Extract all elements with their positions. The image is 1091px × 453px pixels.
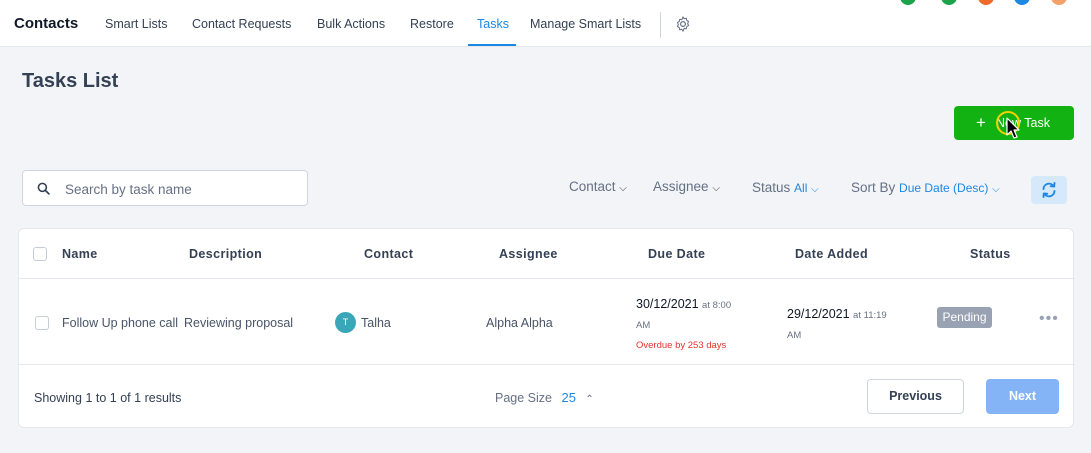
contact-avatar: T (335, 312, 356, 333)
next-button[interactable]: Next (986, 379, 1059, 414)
sort-by-label: Sort By (851, 180, 896, 195)
chevron-down-icon: ⌵ (619, 183, 627, 194)
column-header-contact[interactable]: Contact (364, 247, 413, 261)
column-header-name[interactable]: Name (62, 247, 98, 261)
search-input[interactable] (65, 179, 295, 199)
row-checkbox[interactable] (35, 316, 49, 330)
chevron-down-icon: ⌵ (712, 183, 720, 194)
results-summary: Showing 1 to 1 of 1 results (34, 391, 181, 405)
showing-suffix: results (144, 391, 182, 405)
column-header-due-date[interactable]: Due Date (648, 247, 705, 261)
refresh-icon (1042, 182, 1056, 198)
table-header: Name Description Contact Assignee Due Da… (19, 229, 1075, 279)
avatar-dot[interactable] (897, 0, 919, 8)
page-title: Tasks List (22, 70, 119, 92)
mouse-pointer-icon (1006, 117, 1020, 139)
contact-filter-label: Contact (569, 179, 616, 194)
status-filter[interactable]: Status All ⌵ (752, 180, 819, 195)
assignee-name: Alpha Alpha (486, 316, 553, 330)
showing-prefix: Showing (34, 391, 82, 405)
due-date: 30/12/2021 (636, 297, 699, 311)
top-nav: Contacts Smart Lists Contact Requests Bu… (0, 0, 1091, 47)
due-time: at 8:00 (702, 300, 732, 311)
task-description: Reviewing proposal (184, 316, 294, 330)
status-filter-label: Status (752, 180, 791, 195)
assignee-filter-label: Assignee (653, 179, 709, 194)
nav-item-tasks[interactable]: Tasks (477, 17, 509, 31)
column-header-status[interactable]: Status (970, 247, 1011, 261)
showing-total: 1 (134, 391, 142, 405)
added-time: at 11:19 (853, 310, 887, 321)
search-icon (37, 182, 50, 195)
page-size-selector[interactable]: Page Size 25 ⌃ (495, 390, 594, 405)
nav-item-manage-smart-lists[interactable]: Manage Smart Lists (530, 17, 641, 31)
page-size-label: Page Size (495, 391, 552, 405)
more-options-icon[interactable]: ••• (1039, 310, 1059, 328)
overdue-text: Overdue by 253 days (636, 340, 727, 351)
table-row[interactable]: Follow Up phone call Reviewing proposal … (19, 280, 1075, 365)
avatar-dot[interactable] (1011, 0, 1033, 8)
avatar-dot[interactable] (1048, 0, 1070, 8)
chevron-up-icon: ⌃ (585, 394, 594, 405)
select-all-checkbox[interactable] (33, 247, 47, 261)
status-filter-value: All (794, 181, 808, 195)
plus-icon: + (976, 113, 986, 132)
status-badge: Pending (937, 307, 992, 328)
chevron-down-icon: ⌵ (811, 184, 819, 195)
nav-divider (660, 12, 661, 38)
date-added: 29/12/2021 (787, 307, 850, 321)
column-header-assignee[interactable]: Assignee (499, 247, 558, 261)
showing-to-word: to (95, 391, 107, 405)
assignee-filter[interactable]: Assignee ⌵ (653, 179, 720, 194)
table-footer: Showing 1 to 1 of 1 results Page Size 25… (19, 366, 1075, 428)
showing-from: 1 (85, 391, 93, 405)
sort-by-filter[interactable]: Sort By Due Date (Desc) ⌵ (851, 180, 1000, 195)
nav-item-bulk-actions[interactable]: Bulk Actions (317, 17, 385, 31)
avatar-dot[interactable] (975, 0, 997, 8)
showing-of-word: of (120, 391, 131, 405)
active-tab-indicator (468, 44, 516, 46)
due-time-ampm: AM (636, 320, 651, 331)
app-title: Contacts (14, 15, 79, 32)
date-added-cell: 29/12/2021 at 11:19 AM (787, 305, 887, 345)
due-date-cell: 30/12/2021 at 8:00 AM Overdue by 253 day… (636, 295, 731, 355)
column-header-date-added[interactable]: Date Added (795, 247, 868, 261)
contact-name[interactable]: Talha (361, 316, 391, 330)
showing-to: 1 (109, 391, 117, 405)
gear-icon[interactable] (674, 15, 692, 33)
tasks-table: Name Description Contact Assignee Due Da… (18, 228, 1075, 428)
task-name[interactable]: Follow Up phone call (62, 316, 178, 330)
search-field[interactable] (22, 170, 308, 206)
added-time-ampm: AM (787, 330, 802, 341)
refresh-button[interactable] (1031, 176, 1067, 204)
previous-button[interactable]: Previous (867, 379, 964, 414)
nav-item-restore[interactable]: Restore (410, 17, 454, 31)
avatar-dot[interactable] (938, 0, 960, 8)
chevron-down-icon: ⌵ (992, 184, 1000, 195)
page-size-value: 25 (561, 390, 576, 405)
nav-item-smart-lists[interactable]: Smart Lists (105, 17, 168, 31)
nav-item-contact-requests[interactable]: Contact Requests (192, 17, 291, 31)
contact-filter[interactable]: Contact ⌵ (569, 179, 627, 194)
sort-by-value: Due Date (Desc) (899, 181, 989, 195)
column-header-description[interactable]: Description (189, 247, 262, 261)
